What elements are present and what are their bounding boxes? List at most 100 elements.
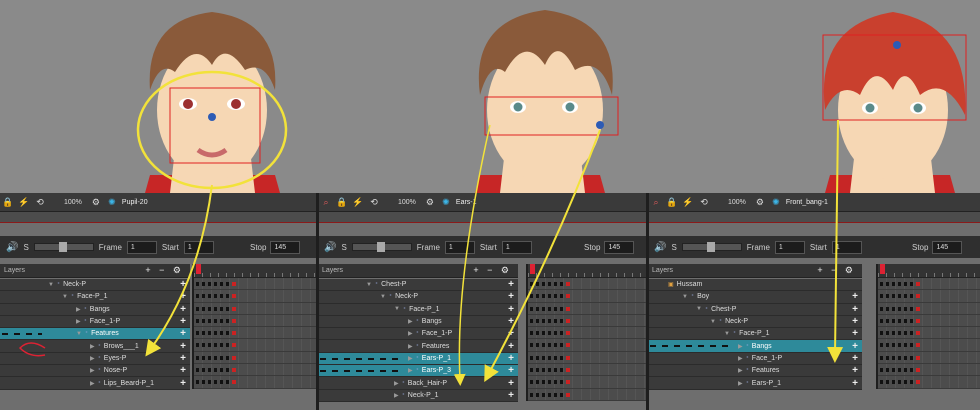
layer-row[interactable]: ▶ ⁺ Features + <box>648 365 862 378</box>
panel-1: 🔒 ⚡ ⟲ 100% ⚙ ✺ Pupil-20 🔊 S Frame 1 Star… <box>0 0 318 410</box>
layer-row[interactable]: ▼ ⁺ Neck-P + <box>0 279 190 292</box>
stop-group-3: Stop 145 <box>912 241 963 254</box>
layer-list: ▼ ⁺ Chest-P + ▼ ⁺ Neck-P + ▼ ⁺ Face-P_1 + ▶ ⁺ Bangs… <box>318 279 518 402</box>
layer-tools[interactable]: + − ⚙ <box>473 265 512 276</box>
bolt-icon[interactable]: ⚡ <box>682 196 694 208</box>
lock-icon[interactable]: 🔒 <box>2 196 14 208</box>
timeline[interactable] <box>192 264 318 389</box>
layer-row[interactable]: ▶ ⁺ Back_Hair-P + <box>318 377 518 390</box>
layer-row[interactable]: ▼ ⁺ Neck-P + <box>648 315 862 329</box>
reset-view-icon[interactable]: ⟲ <box>368 196 380 208</box>
zoom-level[interactable]: 100% <box>64 199 82 206</box>
start-input[interactable]: 1 <box>501 240 532 254</box>
layer-row[interactable]: ▼ ⁺ Neck-P + <box>318 291 518 304</box>
speaker-icon[interactable]: 🔊 <box>324 242 336 253</box>
start-input[interactable]: 1 <box>183 240 214 254</box>
layer-row-selected[interactable]: ▶ ⁺ Ears-P_1 + <box>318 352 518 366</box>
stop-input[interactable]: 145 <box>932 241 963 254</box>
timeline-ruler[interactable] <box>878 264 980 278</box>
start-label: Start <box>161 242 179 252</box>
frame-input[interactable]: 1 <box>444 240 475 254</box>
layer-tools[interactable]: + − ⚙ <box>817 265 856 276</box>
layer-list: ▼ ⁺ Neck-P + ▼ ⁺ Face-P_1 + ▶ ⁺ Bangs + ▶ ⁺ Face_1-… <box>0 279 190 390</box>
layer-row[interactable]: ▶ ⁺ Face_1-P + <box>0 315 190 329</box>
separator <box>648 212 980 223</box>
layer-tools[interactable]: + − ⚙ <box>145 265 184 276</box>
lock-icon[interactable]: 🔒 <box>336 196 348 208</box>
layer-row[interactable]: ▣ Hussam <box>648 279 862 292</box>
timeline-ruler[interactable] <box>528 264 648 278</box>
layers-title: Layers <box>652 267 674 274</box>
view-toolbar: ⌕ 🔒 ⚡ ⟲ 100% ⚙ ✺ Ears-1 <box>318 193 648 212</box>
gear-icon[interactable]: ⚙ <box>90 196 102 208</box>
stop-label: Stop <box>584 243 601 252</box>
layers-header: Layers + − ⚙ <box>318 264 518 278</box>
sound-label: S <box>23 242 29 252</box>
view-toolbar: ⌕ 🔒 ⚡ ⟲ 100% ⚙ ✺ Front_bang-1 <box>648 193 980 212</box>
speaker-icon[interactable]: 🔊 <box>654 242 666 253</box>
frame-label: Frame <box>416 242 440 252</box>
layer-row[interactable]: ▶ ⁺ Face_1-P + <box>318 328 518 341</box>
gear-icon[interactable]: ⚙ <box>754 196 766 208</box>
volume-slider[interactable] <box>681 242 742 252</box>
start-label: Start <box>479 242 497 252</box>
layers-header: Layers + − ⚙ <box>648 264 862 278</box>
layer-row-selected[interactable]: ▼ ⁺ Features + <box>0 328 190 341</box>
layer-row[interactable]: ▼ ⁺ Face-P_1 + <box>318 303 518 316</box>
gear-icon[interactable]: ⚙ <box>424 196 436 208</box>
layer-row[interactable]: ▼ ⁺ Chest-P + <box>648 303 862 316</box>
layer-row[interactable]: ▶ ⁺ Lips_Beard-P_1 + <box>0 377 190 390</box>
frame-input[interactable]: 1 <box>126 240 157 254</box>
drawing-settings-icon[interactable]: ✺ <box>106 196 118 208</box>
volume-slider[interactable] <box>351 242 412 252</box>
start-input[interactable]: 1 <box>831 240 862 254</box>
drawing-name: Pupil-20 <box>121 198 148 206</box>
lock-icon[interactable]: 🔒 <box>666 196 678 208</box>
paint-icon[interactable]: ⌕ <box>320 196 332 208</box>
layers-title: Layers <box>4 267 26 274</box>
layer-row[interactable]: ▶ ⁺ Nose-P + <box>0 365 190 378</box>
layer-row[interactable]: ▼ ⁺ Face-P_1 + <box>0 291 190 304</box>
layer-row[interactable]: ▶ ⁺ Features + <box>318 340 518 353</box>
layer-row[interactable]: ▶ ⁺ Bangs + <box>318 315 518 329</box>
sound-label: S <box>671 242 677 252</box>
panel-divider[interactable] <box>316 193 319 410</box>
stop-input[interactable]: 145 <box>604 241 635 254</box>
reset-view-icon[interactable]: ⟲ <box>698 196 710 208</box>
drawing-name: Ears-1 <box>455 198 477 206</box>
speaker-icon[interactable]: 🔊 <box>6 242 18 253</box>
timeline-ruler[interactable] <box>194 264 318 278</box>
layer-row[interactable]: ▶ ⁺ Ears-P_1 + <box>648 377 862 390</box>
drawing-settings-icon[interactable]: ✺ <box>770 196 782 208</box>
layer-row[interactable]: ▶ ⁺ Brows___1 + <box>0 340 190 353</box>
bolt-icon[interactable]: ⚡ <box>352 196 364 208</box>
timeline[interactable] <box>526 264 648 401</box>
layer-row[interactable]: ▶ ⁺ Bangs + <box>0 303 190 316</box>
frame-label: Frame <box>98 242 122 252</box>
zoom-level[interactable]: 100% <box>398 199 416 206</box>
stop-input[interactable]: 145 <box>270 241 301 254</box>
reset-view-icon[interactable]: ⟲ <box>34 196 46 208</box>
sound-label: S <box>341 242 347 252</box>
zoom-level[interactable]: 100% <box>728 199 746 206</box>
layer-row[interactable]: ▼ ⁺ Face-P_1 + <box>648 328 862 341</box>
layers-title: Layers <box>322 267 344 274</box>
stop-group-2: Stop 145 <box>584 241 635 254</box>
frame-input[interactable]: 1 <box>774 240 805 254</box>
layer-row[interactable]: ▼ ⁺ Boy + <box>648 291 862 304</box>
stop-label: Stop <box>912 243 929 252</box>
panel-divider[interactable] <box>646 193 649 410</box>
layer-row[interactable]: ▶ ⁺ Face_1-P + <box>648 352 862 366</box>
layer-row[interactable]: ▶ ⁺ Eyes-P + <box>0 352 190 366</box>
paint-icon[interactable]: ⌕ <box>650 196 662 208</box>
drawing-name: Front_bang-1 <box>785 198 828 206</box>
drawing-settings-icon[interactable]: ✺ <box>440 196 452 208</box>
stop-group-1: Stop 145 <box>250 241 301 254</box>
bolt-icon[interactable]: ⚡ <box>18 196 30 208</box>
layer-row[interactable]: ▶ ⁺ Neck-P_1 + <box>318 389 518 402</box>
timeline[interactable] <box>876 264 980 389</box>
layer-row[interactable]: ▼ ⁺ Chest-P + <box>318 279 518 292</box>
layer-row-selected[interactable]: ▶ ⁺ Bangs + <box>648 340 862 353</box>
layer-row-selected[interactable]: ▶ ⁺ Ears-P_3 + <box>318 365 518 378</box>
volume-slider[interactable] <box>33 242 94 252</box>
